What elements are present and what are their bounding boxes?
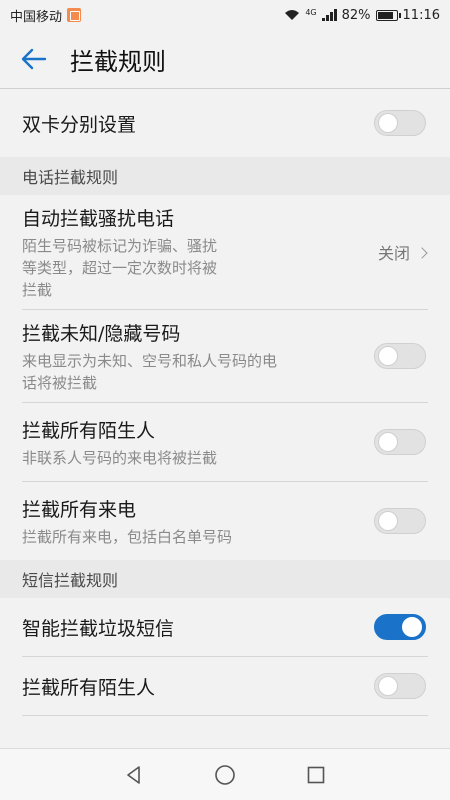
wifi-icon: [285, 10, 300, 20]
block-unknown-toggle[interactable]: [374, 343, 426, 369]
row-description: 拦截所有来电，包括白名单号码: [22, 527, 233, 546]
dual-sim-row[interactable]: 双卡分别设置: [0, 89, 450, 157]
system-nav-bar: [0, 748, 450, 800]
row-title: 拦截所有陌生人: [22, 419, 156, 442]
toggle-knob: [378, 432, 398, 452]
toggle-knob: [378, 511, 398, 531]
recents-square-icon[interactable]: [306, 765, 326, 785]
status-bar: 中国移动 4G 82% 11:16: [0, 0, 450, 30]
sim-app-icon: [67, 8, 82, 22]
clock: 11:16: [402, 7, 440, 23]
back-triangle-icon[interactable]: [124, 765, 144, 785]
auto-block-value[interactable]: 关闭: [377, 240, 428, 264]
row-description: 来电显示为未知、空号和私人号码的电 话将被拦截: [22, 351, 278, 392]
block-strangers-sms-toggle[interactable]: [374, 673, 426, 699]
home-circle-icon[interactable]: [214, 764, 236, 786]
dual-sim-label: 双卡分别设置: [22, 113, 137, 136]
smart-spam-sms-toggle[interactable]: [374, 614, 426, 640]
block-unknown-row[interactable]: 拦截未知/隐藏号码 来电显示为未知、空号和私人号码的电 话将被拦截: [0, 310, 450, 402]
back-button[interactable]: [18, 43, 50, 75]
row-title: 拦截未知/隐藏号码: [22, 322, 181, 345]
block-strangers-calls-toggle[interactable]: [374, 429, 426, 455]
network-type-label: 4G: [305, 7, 317, 17]
row-title: 智能拦截垃圾短信: [22, 617, 175, 640]
row-title: 拦截所有来电: [22, 498, 137, 521]
toggle-knob: [378, 676, 398, 696]
block-all-calls-toggle[interactable]: [374, 508, 426, 534]
app-bar: 拦截规则: [0, 30, 450, 88]
row-title: 自动拦截骚扰电话: [22, 207, 175, 230]
smart-spam-sms-row[interactable]: 智能拦截垃圾短信: [0, 598, 450, 656]
call-rules-header: 电话拦截规则: [0, 157, 450, 195]
battery-percent: 82%: [341, 7, 371, 23]
sms-rules-header: 短信拦截规则: [0, 560, 450, 598]
auto-block-harassment-row[interactable]: 自动拦截骚扰电话 陌生号码被标记为诈骗、骚扰 等类型，超过一定次数时将被 拦截 …: [0, 195, 450, 309]
carrier-label: 中国移动: [10, 9, 63, 25]
signal-icon: [321, 9, 337, 21]
value-label: 关闭: [377, 244, 410, 263]
row-title: 拦截所有陌生人: [22, 676, 156, 699]
block-all-calls-row[interactable]: 拦截所有来电 拦截所有来电，包括白名单号码: [0, 482, 450, 560]
page-title: 拦截规则: [70, 47, 166, 76]
row-divider: [22, 715, 428, 716]
row-description: 非联系人号码的来电将被拦截: [22, 448, 218, 467]
chevron-right-icon: [416, 246, 428, 259]
dual-sim-toggle[interactable]: [374, 110, 426, 136]
arrow-left-icon: [21, 48, 47, 70]
row-description: 陌生号码被标记为诈骗、骚扰 等类型，超过一定次数时将被 拦截: [22, 236, 218, 299]
battery-icon: [375, 9, 401, 21]
toggle-knob: [378, 113, 398, 133]
toggle-knob: [378, 346, 398, 366]
block-strangers-sms-row[interactable]: 拦截所有陌生人: [0, 657, 450, 715]
block-strangers-calls-row[interactable]: 拦截所有陌生人 非联系人号码的来电将被拦截: [0, 403, 450, 481]
toggle-knob: [402, 617, 422, 637]
